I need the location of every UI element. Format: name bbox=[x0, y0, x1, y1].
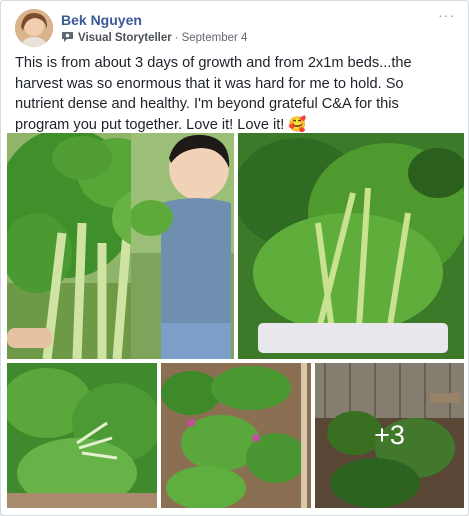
badge-label[interactable]: Visual Storyteller bbox=[78, 32, 172, 44]
photo-raised-bed-more[interactable]: +3 bbox=[315, 363, 464, 508]
post-date[interactable]: September 4 bbox=[182, 32, 248, 44]
avatar[interactable] bbox=[15, 9, 53, 47]
post-text: This is from about 3 days of growth and … bbox=[15, 55, 412, 133]
post-meta: Visual Storyteller · September 4 bbox=[61, 31, 247, 46]
badge-icon bbox=[61, 31, 74, 46]
more-photos-overlay[interactable]: +3 bbox=[315, 363, 464, 508]
photo-child[interactable] bbox=[131, 133, 234, 359]
post-header: Bek Nguyen Visual Storyteller · September … bbox=[15, 7, 455, 49]
separator-dot: · bbox=[174, 32, 179, 44]
post-card: Bek Nguyen Visual Storyteller · September … bbox=[0, 0, 469, 516]
photo-chard-bed[interactable] bbox=[161, 363, 311, 508]
more-photos-count: +3 bbox=[374, 420, 405, 450]
author-name[interactable]: Bek Nguyen bbox=[61, 12, 142, 28]
photo-spinach-bed[interactable] bbox=[7, 363, 157, 508]
more-options-icon[interactable]: ··· bbox=[438, 7, 455, 23]
photo-greens-container[interactable] bbox=[238, 133, 464, 359]
